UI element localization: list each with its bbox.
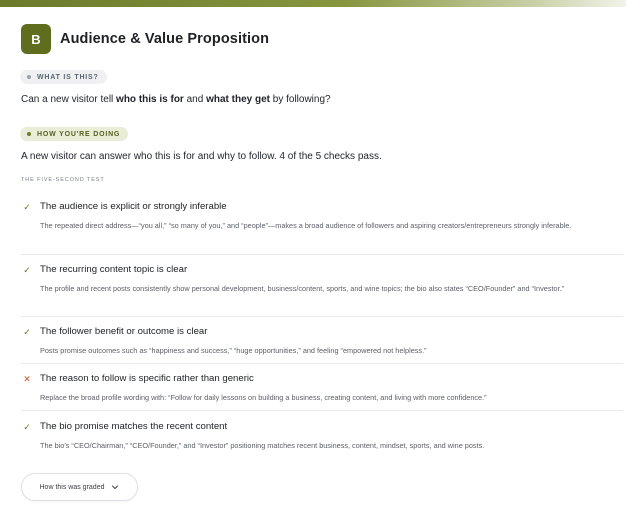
how-youre-doing-label: HOW YOU'RE DOING <box>37 130 121 138</box>
chevron-down-icon <box>112 485 119 489</box>
dot-icon <box>27 75 31 79</box>
check-detail: Posts promise outcomes such as “happines… <box>40 346 427 355</box>
question-emphasis: what they get <box>206 94 270 105</box>
check-title: The follower benefit or outcome is clear <box>40 326 208 337</box>
how-youre-doing-pill: HOW YOU'RE DOING <box>20 127 129 141</box>
check-title: The bio promise matches the recent conte… <box>40 421 228 432</box>
five-second-test-label: THE FIVE-SECOND TEST <box>21 177 105 183</box>
check-title: The audience is explicit or strongly inf… <box>40 201 227 212</box>
check-icon: ✓ <box>23 265 31 275</box>
divider <box>21 316 623 317</box>
check-detail: The bio's “CEO/Chairman,” “CEO/Founder,”… <box>40 441 485 450</box>
section-header: B Audience & Value Proposition <box>21 24 269 54</box>
check-icon: ✓ <box>23 202 31 212</box>
summary-text: A new visitor can answer who this is for… <box>21 151 382 162</box>
divider <box>21 363 623 364</box>
question-emphasis: who this is for <box>116 94 184 105</box>
check-title: The recurring content topic is clear <box>40 264 188 275</box>
section-letter-badge: B <box>21 24 51 54</box>
x-icon: ✕ <box>23 374 31 384</box>
check-detail: Replace the broad profile wording with: … <box>40 393 487 402</box>
divider <box>21 254 623 255</box>
check-detail: The repeated direct address—“you all,” “… <box>40 221 572 230</box>
check-icon: ✓ <box>23 422 31 432</box>
question-part: Can a new visitor tell <box>21 94 117 105</box>
check-icon: ✓ <box>23 327 31 337</box>
question-text: Can a new visitor tell who this is for a… <box>21 94 331 105</box>
question-part: by following? <box>269 94 331 105</box>
question-part: and <box>183 94 207 105</box>
how-graded-button[interactable]: How this was graded <box>21 473 138 501</box>
how-graded-label: How this was graded <box>39 483 105 491</box>
check-detail: The profile and recent posts consistentl… <box>40 284 565 293</box>
check-title: The reason to follow is specific rather … <box>40 373 254 384</box>
what-is-this-pill: WHAT IS THIS? <box>20 70 107 84</box>
section-title: Audience & Value Proposition <box>60 31 270 47</box>
audience-value-card: B Audience & Value Proposition WHAT IS T… <box>0 0 626 505</box>
what-is-this-label: WHAT IS THIS? <box>37 73 99 81</box>
top-accent-bar <box>0 0 626 7</box>
dot-icon <box>27 132 31 136</box>
divider <box>21 410 623 411</box>
